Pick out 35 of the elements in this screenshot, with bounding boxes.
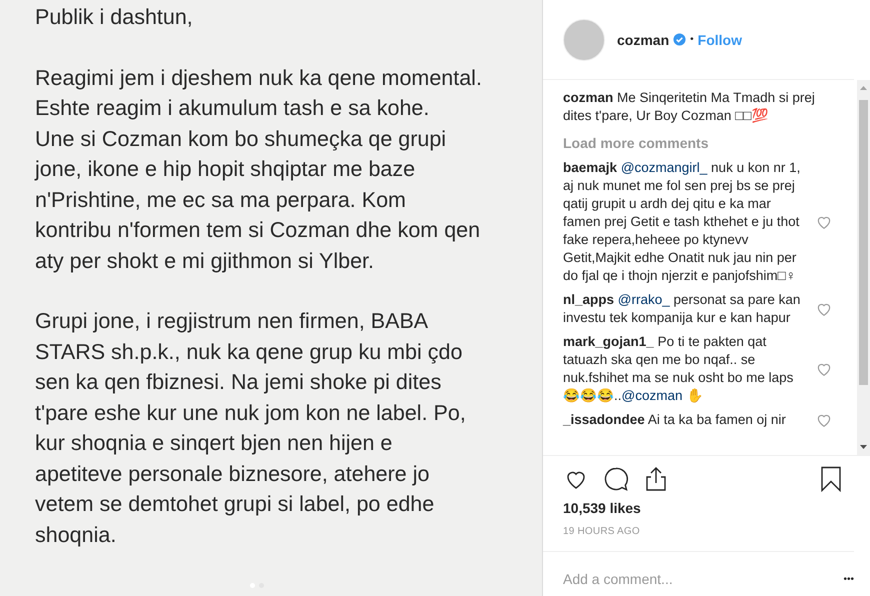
mention-link[interactable]: @cozmangirl_ [620,160,708,175]
avatar[interactable] [563,18,605,60]
note-text-line: Eshte reagim i akumulum tash e sa kohe. [35,95,430,122]
more-options-button[interactable]: ••• [843,574,854,584]
note-text-line: Une si Cozman kom bo shumeçka qe grupi [35,126,446,152]
note-text-line: n'Prishtine, me ec sa ma perpara. Kom [35,186,406,214]
note-text-line: kontribu n'formen tem si Cozman dhe kom qen [35,217,480,244]
note-text-line: vetem se demtohet grupi si label, po edhe [35,491,434,518]
mention-link[interactable]: @cozman [622,388,682,403]
note-text-line: shoqnia. [35,522,116,548]
separator-dot: • [690,34,694,45]
likes-count[interactable]: 10,539 likes [543,492,870,516]
note-text-line: Grupi jone, i regjistrum nen firmen, BABA [35,308,428,335]
comment-text: _issadondee Ai ta ka ba famen oj nir [563,411,787,429]
comment-input-field[interactable]: Add a comment... [563,571,836,587]
scroll-down-arrow-icon[interactable] [860,445,867,449]
note-text-line: Reagimi jem i djeshem nuk ka qene momental. [35,64,482,92]
comment-text: nl_apps @rrako_ personat sa pare kan investu tek kompanija kur e kan hapur [563,291,802,327]
caption-text: cozman Me Sinqeritetin Ma Tmadh si prej dites t'pare, Ur Boy Cozman □□💯 [563,89,816,125]
scrollbar[interactable] [857,80,870,455]
post-time: 19 HOURS AGO [543,516,854,552]
username[interactable]: cozman [617,32,670,48]
scroll-up-arrow-icon[interactable] [860,86,867,90]
note-text-line: jone, ikone e hip hopit shqiptar me baze [35,156,416,183]
note-text-line: kur shoqnia e sinqert bjen nen hijen e [35,430,392,457]
note-text-line: apetiteve personale biznesore, atehere jo [35,460,430,488]
mention-link[interactable]: @rrako_ [618,292,670,307]
note-text-line: sen ka qen fbiznesi. Na jemi shoke pi dites [35,369,442,396]
note-text-line: Publik i dashtun, [35,4,193,31]
note-text-line: aty per shokt e mi gjithmon si Ylber. [35,248,374,274]
note-text-line: t'pare eshe kur une nuk jom kon ne label. Po, [35,400,466,426]
note-text-line: STARS sh.p.k., nuk ka qene grup ku mbi çdo [35,338,462,366]
comment-text: mark_gojan1_ Po ti te pakten qat tatuazh ska qen me bo nqaf.. se nuk.fshihet ma se nuk osht bo me laps 😂😂😂..@cozman ✋ [563,333,794,405]
speech-bubble-icon[interactable] [603,466,629,492]
comment-text: baemajk @cozmangirl_ nuk u kon nr 1, aj nuk munet me fol sen prej bs se prej qatij grupit u ardh dej qitu e ka mar famen prej Getit e tash kthehet e ju thot fake repera,heheee po ktynevv Getit,Majkit edhe Onatit nuk jau nin per do fjal qe i thojn njerzit e panjofshim□♀ [563,159,802,285]
